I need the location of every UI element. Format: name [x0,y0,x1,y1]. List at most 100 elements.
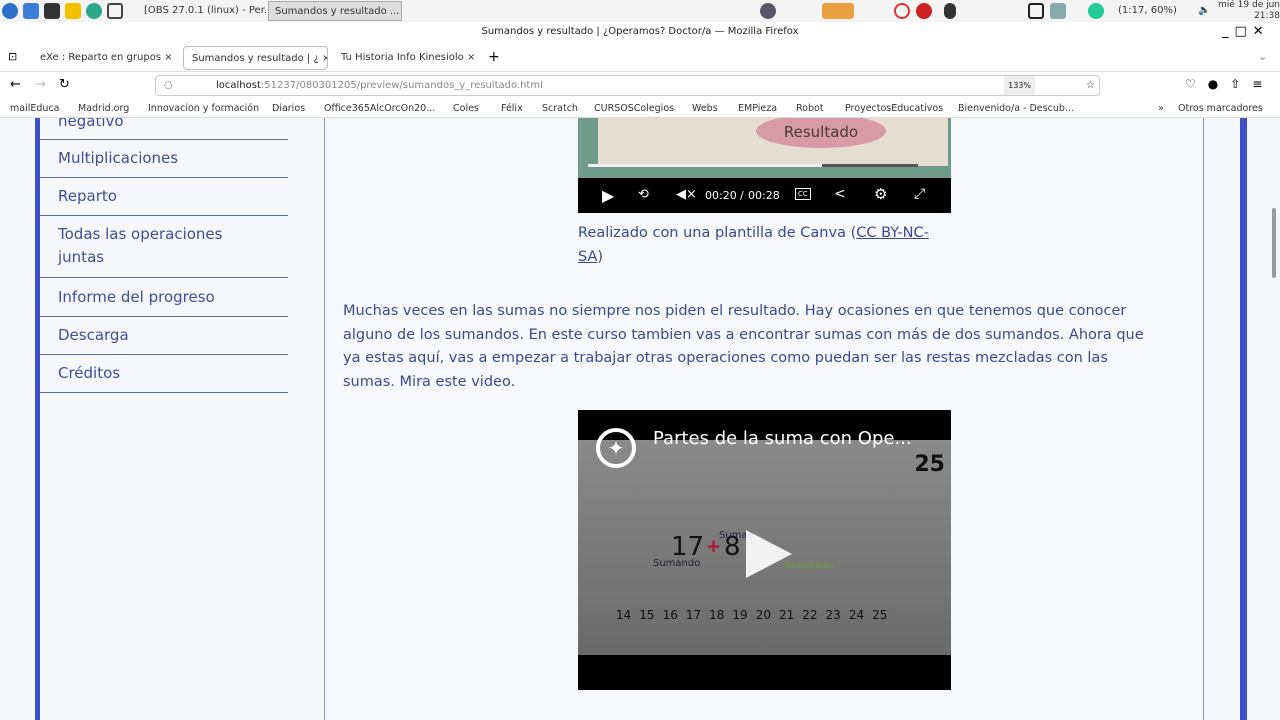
window-controls[interactable]: _□✕ [1222,24,1270,39]
rewind-10-icon[interactable]: ⟲ [638,187,649,202]
date: mié 19 de jun [1218,0,1280,10]
tab-historia[interactable]: Tu Historia Info Kinesiolo × [333,46,478,70]
battery-status[interactable]: (1:17, 60%) [1112,1,1183,21]
x-app-icon[interactable] [107,3,123,19]
number-line-item: 17 [685,608,702,622]
sidebar-item-negativo[interactable]: negativo [40,118,288,140]
bookmark-star-icon[interactable]: ☆ [1086,76,1095,95]
caption-close: ) [597,248,604,265]
volume-icon[interactable]: 🔈 [1192,1,1216,21]
bookmark-folder[interactable]: CURSOSColegios [594,103,674,114]
shield-tray-icon[interactable] [760,3,776,19]
wifi-icon[interactable] [1050,3,1066,19]
bookmark[interactable]: EMPieza [738,103,777,114]
zoom-level[interactable]: 133% [1004,76,1035,95]
sidebar-item-creditos[interactable]: Créditos [40,355,288,393]
tab-exe[interactable]: eXe : Reparto en grupos × [32,46,182,70]
video-player-canva[interactable]: Resultado ▶ ⟲ ◀× 00:20 / 00:28 CC < ⚙ ⤢ [578,118,951,213]
bookmark[interactable]: Bienvenido/a - Descub... [958,103,1074,114]
bookmark[interactable]: mailEduca [10,103,59,114]
app-menu-icon[interactable] [2,3,18,19]
task-obs[interactable]: [OBS 27.0.1 (linux) - Per... [138,1,279,21]
number-line-item: 24 [848,608,865,622]
tab-sumandos[interactable]: Sumandos y resultado | ¿ × [183,46,328,70]
label-sumando: Sumando [653,558,701,569]
bluetooth-icon[interactable] [944,3,956,19]
scrollbar[interactable] [1272,208,1276,278]
system-taskbar: [OBS 27.0.1 (linux) - Per... Sumandos y … [0,0,1280,22]
play-icon[interactable]: ▶ [602,186,614,205]
vpn-icon[interactable] [1088,3,1104,19]
toolbar-icons[interactable]: ♡●⇧≡ [1185,77,1274,91]
video-caption: Realizado con una plantilla de Canva (CC… [578,222,948,269]
notes-icon[interactable] [65,3,81,19]
reload-button[interactable]: ↻ [59,77,70,92]
sidebar-item-reparto[interactable]: Reparto [40,178,288,216]
terminal-icon[interactable] [44,3,60,19]
fish-tray-icon[interactable] [822,3,854,19]
number-line-item: 19 [732,608,748,622]
bookmark-folder[interactable]: Webs [692,103,718,114]
bookmarks-overflow-icon[interactable]: » [1158,103,1164,114]
intro-paragraph: Muchas veces en las sumas no siempre nos… [343,303,1144,390]
video-progress-bar[interactable] [588,164,918,167]
video-progress-fill [588,164,823,167]
bookmark[interactable]: Diarios [272,103,305,114]
monitor-icon[interactable] [1028,3,1044,19]
url-host: localhost [216,80,261,91]
bookmark-folder-others[interactable]: Otros marcadores [1178,103,1263,114]
bookmark-folder[interactable]: Scratch [542,103,578,114]
bookmark-folder[interactable]: Robot [796,103,824,114]
bookmark[interactable]: Madrid.org [78,103,129,114]
tab-list-icon[interactable]: ⊡ [8,50,17,63]
tab-label: eXe : Reparto en grupos [40,52,162,63]
number-line-item: 21 [778,608,795,622]
video-title[interactable]: Partes de la suma con Ope... [653,428,912,449]
bookmark-folder[interactable]: Coles [453,103,479,114]
video-controls: ▶ ⟲ ◀× 00:20 / 00:28 CC < ⚙ ⤢ [578,178,951,213]
bookmark[interactable]: ProyectosEducativos [845,103,943,114]
sidebar-item-todas[interactable]: Todas las operaciones juntas [40,216,288,278]
duration: 00:28 [748,189,780,202]
task-firefox[interactable]: Sumandos y resultado ... [268,1,402,21]
number-line-item: 25 [872,608,888,622]
time-separator: / [740,189,744,202]
number-line-item: 14 [616,608,632,622]
new-tab-button[interactable]: + [488,49,500,65]
number-line-item: 23 [825,608,841,622]
video-embed-partes-suma[interactable]: 25 17 + 8 Sumando Suman Resultado 14 15 16… [578,410,951,690]
bookmark-folder[interactable]: Félix [501,103,523,114]
number-line-item: 16 [662,608,678,622]
page-content: negativo Multiplicaciones Reparto Todas … [0,118,1280,720]
fullscreen-icon[interactable]: ⤢ [914,186,925,202]
shield-icon[interactable]: ◌ [164,76,173,95]
time: 21:38 [1254,11,1280,21]
number-line-item: 22 [802,608,818,622]
tab-label: Tu Historia Info Kinesiolo [341,52,464,63]
number-line-item: 15 [639,608,655,622]
tab-overflow-chevron-icon[interactable]: ⌄ [1258,50,1267,63]
desktop-icon[interactable] [23,3,39,19]
alarm-icon[interactable] [894,3,910,19]
back-button[interactable]: ← [10,77,21,92]
right-accent-bar [1240,118,1247,720]
power-icon[interactable] [916,3,932,19]
play-icon[interactable] [746,530,792,578]
sidebar-item-informe[interactable]: Informe del progreso [40,278,288,317]
forward-button[interactable]: → [35,77,46,92]
url-bar[interactable]: localhost:51237/080301205/preview/sumand… [155,75,1100,96]
bookmark[interactable]: Innovacion y formación [148,103,259,114]
sidebar-item-multiplicaciones[interactable]: Multiplicaciones [40,140,288,178]
bookmarks-bar: mailEduca Madrid.org Innovacion y formac… [0,99,1280,118]
share-icon[interactable]: < [834,186,846,202]
mute-icon[interactable]: ◀× [676,187,697,202]
number-line: 14 15 16 17 18 19 20 21 22 23 24 25 [616,608,887,622]
sidebar-item-descarga[interactable]: Descarga [40,317,288,355]
window-title: Sumandos y resultado | ¿Operamos? Doctor… [0,22,1280,42]
clock[interactable]: mié 19 de jun 21:38 [1218,0,1280,22]
navigation-bar: ← → ↻ localhost:51237/080301205/preview/… [0,73,1280,99]
sync-icon[interactable] [86,3,102,19]
settings-gear-icon[interactable]: ⚙ [874,185,887,203]
captions-icon[interactable]: CC [795,188,811,200]
bookmark[interactable]: Office365AlcOrcOn20... [324,103,435,114]
